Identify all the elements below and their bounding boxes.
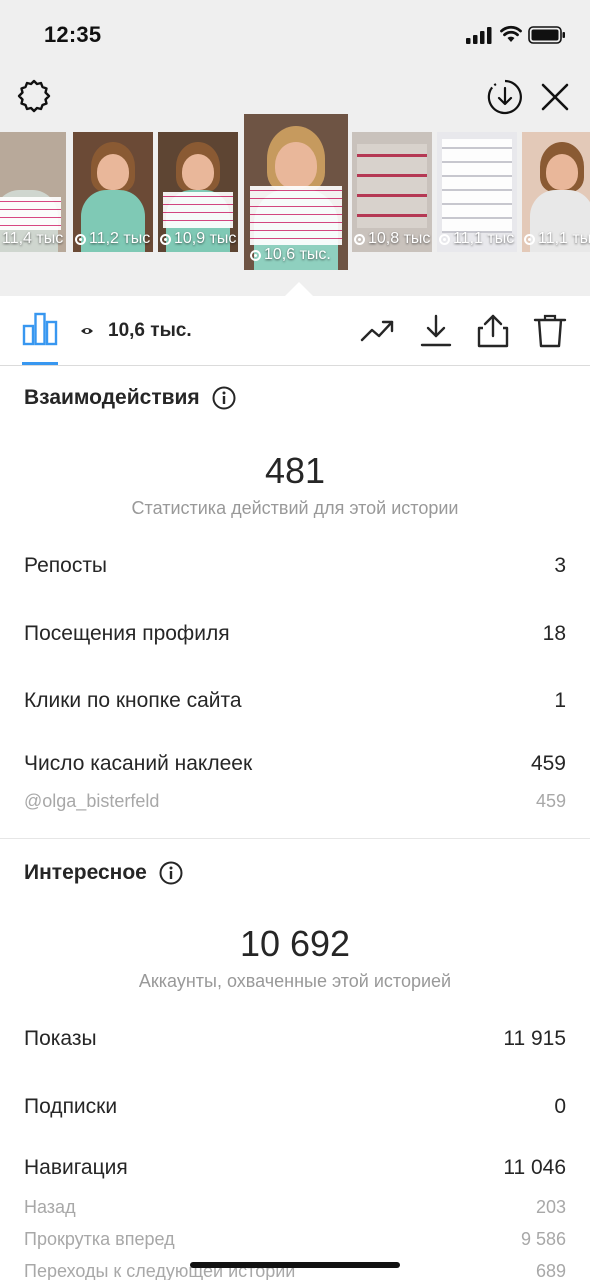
stat-row: Посещения профиля 18 [24,622,566,645]
eye-icon [160,233,171,245]
eye-icon [354,233,365,245]
bar-chart-icon[interactable] [22,312,58,346]
delete-trash-icon[interactable] [532,314,568,348]
discovery-section: Интересное 10 692 Аккаунты, охваченные э… [0,839,590,1280]
story-thumbnail[interactable]: 10,8 тыс [352,132,432,252]
interactions-caption: Статистика действий для этой истории [131,498,459,518]
story-thumbnail-selected[interactable]: 10,6 тыс. [244,114,348,270]
home-indicator[interactable] [190,1262,400,1268]
thumbnail-views: 10,9 тыс [158,230,238,248]
thumbnail-views: 10,8 тыс [352,230,432,248]
wifi-icon [500,25,522,42]
info-icon[interactable] [159,861,183,885]
insights-tab-bar: 10,6 тыс. [0,296,590,366]
interactions-section: Взаимодействия 481 Статистика действий д… [0,366,590,838]
status-time: 12:35 [44,22,102,47]
reach-total: 10 692 [239,923,351,964]
section-title: Взаимодействия [24,386,236,410]
eye-icon [81,328,93,334]
story-thumbnail[interactable]: 11,4 тыс [0,132,66,252]
close-icon[interactable] [540,82,570,112]
story-thumbnails-strip: 11,4 тыс 11,2 тыс 10,9 тыс 10,6 тыс. 10,… [0,114,590,270]
stat-row: Репосты 3 [24,554,566,577]
thumbnail-views: 10,6 тыс. [244,246,348,264]
interactions-total: 481 [264,450,326,491]
eye-icon [75,233,86,245]
story-preview-area: 12:35 11,4 тыс 11,2 тыс 10,9 тыс 10,6 ты… [0,0,590,296]
nav-stat-row: Прокрутка вперед 9 586 [24,1229,566,1249]
battery-icon [528,26,565,44]
story-thumbnail[interactable]: 11,1 тыс [522,132,590,252]
settings-gear-icon[interactable] [16,78,52,114]
story-thumbnail[interactable]: 11,1 тыс [437,132,517,252]
info-icon[interactable] [212,386,236,410]
section-title: Интересное [24,861,183,885]
stat-row: Клики по кнопке сайта 1 [24,689,566,712]
story-thumbnail[interactable]: 11,2 тыс [73,132,153,252]
status-bar: 12:35 [0,0,590,70]
stat-row: Подписки 0 [24,1095,566,1118]
save-download-icon[interactable] [486,78,524,116]
tab-views-count: 10,6 тыс. [80,320,192,342]
thumbnail-views: 11,4 тыс [2,230,64,247]
promote-trending-icon[interactable] [360,314,396,348]
cellular-signal-icon [466,27,492,44]
selected-story-pointer [285,282,313,296]
story-thumbnail[interactable]: 10,9 тыс [158,132,238,252]
download-icon[interactable] [418,314,454,348]
share-icon[interactable] [475,314,511,348]
stat-row: Навигация 11 046 [24,1156,566,1179]
sticker-stat-row[interactable]: @olga_bisterfeld 459 [24,791,566,812]
stat-row: Число касаний наклеек 459 [24,752,566,775]
thumbnail-views: 11,1 тыс [522,230,590,248]
reach-caption: Аккаунты, охваченные этой историей [138,971,452,991]
thumbnail-views: 11,2 тыс [73,230,153,248]
eye-icon [439,233,450,245]
stat-row: Показы 11 915 [24,1027,566,1050]
thumbnail-views: 11,1 тыс [437,230,517,248]
active-tab-underline [22,362,58,365]
eye-icon [524,233,535,245]
nav-stat-row: Назад 203 [24,1197,566,1217]
eye-icon [250,249,261,261]
